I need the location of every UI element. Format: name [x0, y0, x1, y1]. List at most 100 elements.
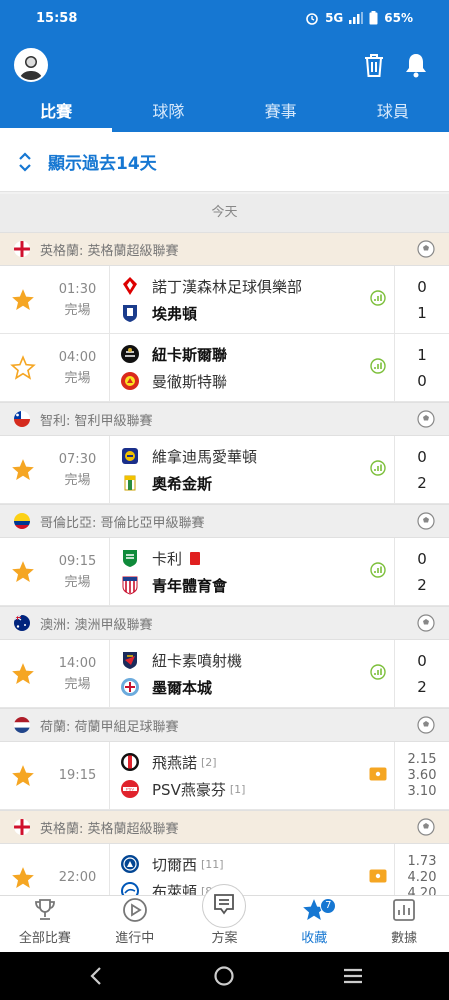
football-icon[interactable] [417, 716, 435, 734]
tab-teams[interactable]: 球隊 [112, 96, 224, 132]
match-stats-button[interactable] [361, 436, 395, 503]
team-name: PSV燕豪芬 [152, 780, 226, 799]
match-time: 22:00 [58, 870, 97, 885]
league-header[interactable]: 哥倫比亞: 哥倫比亞甲級聯賽 [0, 504, 449, 538]
everton-logo [120, 303, 140, 323]
home-icon[interactable] [213, 965, 235, 987]
match-time-status: 01:30 完場 [46, 266, 110, 333]
match-row[interactable]: 14:00 完場 紐卡素噴射機 墨爾本城 0 2 [0, 640, 449, 708]
score-away: 0 [417, 371, 427, 390]
junior-logo [120, 575, 140, 595]
star-outline-icon[interactable] [0, 334, 46, 401]
tab-matches[interactable]: 比賽 [0, 96, 113, 132]
nav-all-matches[interactable]: 全部比賽 [0, 896, 90, 952]
league-header[interactable]: 英格蘭: 英格蘭超級聯賽 [0, 810, 449, 844]
home-team: 卡利 [120, 547, 361, 569]
match-odds: 1.73 4.20 4.20 [395, 844, 449, 896]
match-score: 02 [395, 640, 449, 707]
match-teams: 諾丁漢森林足球俱樂部 埃弗頓 [110, 266, 361, 333]
star-filled-icon[interactable] [0, 266, 46, 333]
match-score: 02 [395, 538, 449, 605]
tab-competitions[interactable]: 賽事 [225, 96, 337, 132]
match-time-status: 22:00 [46, 844, 110, 895]
odds-button[interactable] [361, 742, 395, 809]
match-score: 01 [395, 266, 449, 333]
odds-value: 1.73 [407, 853, 437, 869]
match-teams: 飛燕諾 [2] PSV PSV燕豪芬 [1] [110, 742, 361, 809]
team-name: 布萊頓 [152, 882, 198, 896]
match-teams: 維拿迪馬愛華頓 奧希金斯 [110, 436, 361, 503]
match-stats-button[interactable] [361, 640, 395, 707]
team-name: 諾丁漢森林足球俱樂部 [152, 277, 303, 296]
match-row[interactable]: 19:15 飛燕諾 [2] PSV PSV燕豪芬 [1] 2.15 3.60 3.10 [0, 742, 449, 810]
odds-value: 4.20 [407, 869, 437, 885]
match-stats-button[interactable] [361, 538, 395, 605]
nav-live[interactable]: 進行中 [90, 896, 180, 952]
stats-icon [369, 561, 386, 582]
nav-label: 全部比賽 [18, 931, 71, 946]
match-time: 04:00 [58, 349, 97, 365]
match-row[interactable]: 09:15 完場 卡利 青年體育會 0 2 [0, 538, 449, 606]
league-header[interactable]: 澳洲: 澳洲甲級聯賽 [0, 606, 449, 640]
match-score: 02 [395, 436, 449, 503]
match-time-status: 19:15 [46, 742, 110, 809]
newcastle-jets-logo [120, 650, 140, 670]
team-name: 切爾西 [152, 855, 198, 874]
star-filled-icon[interactable] [0, 844, 46, 895]
match-time: 19:15 [58, 768, 97, 783]
trash-icon [365, 54, 383, 77]
league-name: 荷蘭: 荷蘭甲組足球聯賽 [40, 719, 179, 735]
league-header[interactable]: 荷蘭: 荷蘭甲組足球聯賽 [0, 708, 449, 742]
man-united-logo [120, 371, 140, 391]
football-icon[interactable] [417, 410, 435, 428]
match-status: 完場 [64, 302, 91, 318]
star-filled-icon[interactable] [0, 640, 46, 707]
brighton-logo [120, 881, 140, 895]
star-filled-icon[interactable] [0, 742, 46, 809]
team-rank: [1] [229, 782, 246, 796]
match-row[interactable]: 01:30 完場 諾丁漢森林足球俱樂部 埃弗頓 0 1 [0, 266, 449, 334]
nav-favorites[interactable]: 7 收藏 [269, 896, 359, 952]
star-filled-icon[interactable] [0, 436, 46, 503]
leagues-container: 英格蘭: 英格蘭超級聯賽 01:30 完場 諾丁漢森林足球俱樂部 埃弗頓 0 1 04:00 完… [0, 232, 449, 895]
home-team: 切爾西 [11] [120, 853, 361, 875]
football-icon[interactable] [417, 818, 435, 836]
match-list[interactable]: 顯示過去14天 今天 英格蘭: 英格蘭超級聯賽 01:30 完場 諾丁漢森林足球俱樂部… [0, 132, 449, 895]
football-icon[interactable] [417, 512, 435, 530]
odds-value: 3.10 [407, 783, 437, 799]
trophy-icon [34, 899, 55, 920]
team-name: 飛燕諾 [152, 753, 198, 772]
football-icon[interactable] [417, 614, 435, 632]
bottom-nav: 全部比賽 進行中 方案 7 收藏 數據 [0, 884, 449, 952]
home-team: 飛燕諾 [2] [120, 751, 361, 773]
england-flag-icon [14, 819, 30, 835]
football-icon[interactable] [417, 240, 435, 258]
odds-button[interactable] [361, 844, 395, 895]
nav-label: 收藏 [301, 931, 328, 946]
league-header[interactable]: 英格蘭: 英格蘭超級聯賽 [0, 232, 449, 266]
tab-players[interactable]: 球員 [337, 96, 449, 132]
delete-button[interactable] [359, 50, 389, 80]
score-away: 2 [417, 677, 427, 696]
star-filled-icon[interactable] [0, 538, 46, 605]
back-icon[interactable] [86, 965, 106, 987]
match-teams: 卡利 青年體育會 [110, 538, 361, 605]
australia-flag-icon [14, 615, 30, 631]
match-time-status: 07:30 完場 [46, 436, 110, 503]
match-row[interactable]: 04:00 完場 紐卡斯爾聯 曼徹斯特聯 1 0 [0, 334, 449, 402]
recents-icon[interactable] [342, 965, 364, 987]
show-past-button[interactable]: 顯示過去14天 [0, 132, 449, 192]
nav-plans[interactable]: 方案 [180, 884, 270, 952]
status-time: 15:58 [36, 11, 78, 26]
match-row[interactable]: 07:30 完場 維拿迪馬愛華頓 奧希金斯 0 2 [0, 436, 449, 504]
match-stats-button[interactable] [361, 334, 395, 401]
match-stats-button[interactable] [361, 266, 395, 333]
league-name: 英格蘭: 英格蘭超級聯賽 [40, 821, 179, 837]
home-team: 紐卡素噴射機 [120, 649, 361, 671]
league-name: 澳洲: 澳洲甲級聯賽 [40, 617, 153, 633]
avatar[interactable] [14, 48, 48, 82]
team-name: 維拿迪馬愛華頓 [152, 447, 258, 466]
league-header[interactable]: 智利: 智利甲級聯賽 [0, 402, 449, 436]
notifications-button[interactable] [401, 50, 431, 80]
nav-stats[interactable]: 數據 [359, 896, 449, 952]
